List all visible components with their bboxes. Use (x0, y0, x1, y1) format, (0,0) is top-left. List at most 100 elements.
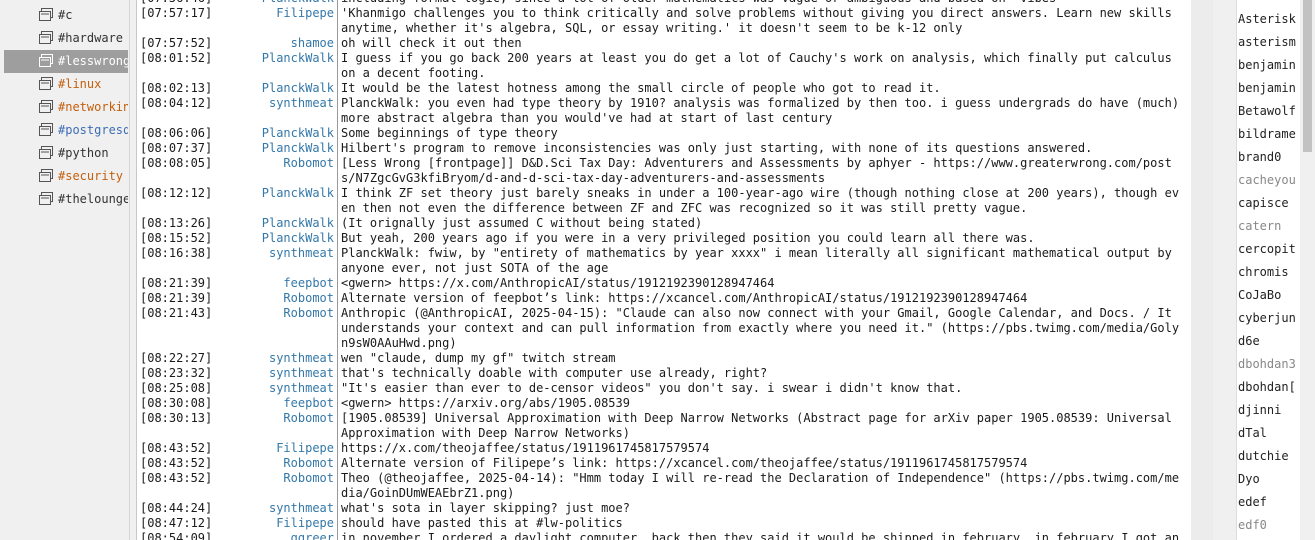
message-timestamp: [08:04:12] (140, 96, 213, 110)
message-nick[interactable]: Robomot (212, 456, 337, 471)
message-nick[interactable]: Robomot (212, 411, 337, 441)
channel-label: #thelounge (58, 192, 128, 206)
channel-item[interactable]: #linux (4, 73, 128, 96)
user-name: chromis (1238, 265, 1289, 279)
message-nick[interactable]: Robomot (212, 291, 337, 306)
channel-label: #linux (58, 77, 102, 91)
user-name: Asterisk (1238, 12, 1296, 26)
user-name: cercopit (1238, 242, 1296, 256)
message-timestamp: [08:23:32] (140, 366, 213, 380)
chat-window-icon (38, 7, 54, 23)
message-nick[interactable]: synthmeat (212, 381, 337, 396)
message-text: Alternate version of Filipepe’s link: ht… (337, 456, 1191, 471)
message-row: [08:43:52] Filipepe https://x.com/theojaff… (137, 441, 1191, 456)
message-timestamp: [07:57:52] (140, 36, 213, 50)
message-text: Anthropic (@AnthropicAI, 2025-04-15): "C… (337, 306, 1191, 351)
chat-scrollbar[interactable] (1191, 0, 1213, 540)
chat-window-icon (38, 145, 54, 161)
message-text: Some beginnings of type theory (337, 126, 1191, 141)
message-text: what's sota in layer skipping? just moe? (337, 501, 1191, 516)
message-text: should have pasted this at #lw-politics (337, 516, 1191, 531)
message-nick[interactable]: PlanckWalk (212, 141, 337, 156)
message-row: [08:04:12] synthmeat PlanckWalk: you even … (137, 96, 1191, 126)
message-timestamp: [08:22:27] (140, 351, 213, 365)
message-nick[interactable]: synthmeat (212, 96, 337, 126)
channel-item[interactable]: #postgresql (4, 119, 128, 142)
user-name: Betawolf (1238, 104, 1296, 118)
message-row: [08:54:09] ggreer in november I ordered a … (137, 531, 1191, 540)
message-timestamp: [07:57:17] (140, 6, 213, 20)
message-timestamp: [08:21:39] (140, 276, 213, 290)
message-nick[interactable]: Robomot (212, 156, 337, 186)
chat-window-icon (38, 76, 54, 92)
message-row: [08:15:52] PlanckWalk But yeah, 200 years … (137, 231, 1191, 246)
message-nick[interactable]: PlanckWalk (212, 231, 337, 246)
user-name: brand0 (1238, 150, 1282, 164)
message-nick[interactable]: PlanckWalk (212, 126, 337, 141)
message-row: [07:57:52] shamoe oh will check it out the… (137, 36, 1191, 51)
channel-label: #python (58, 146, 109, 160)
channel-item[interactable]: #hardware (4, 27, 128, 50)
message-nick[interactable]: PlanckWalk (212, 51, 337, 81)
message-timestamp: [08:25:08] (140, 381, 213, 395)
channel-label: #hardware (58, 31, 124, 45)
message-nick[interactable]: synthmeat (212, 246, 337, 276)
message-timestamp: [08:30:13] (140, 411, 213, 425)
message-row: [08:06:06] PlanckWalk Some beginnings of t… (137, 126, 1191, 141)
message-nick[interactable]: Filipepe (212, 441, 337, 456)
channel-label: #security (58, 169, 124, 183)
user-name: asterism (1238, 35, 1296, 49)
message-text: PlanckWalk: fwiw, by "entirety of mathem… (337, 246, 1191, 276)
user-list-scrollbar-thumb[interactable] (1303, 0, 1312, 152)
message-row: [08:22:27] synthmeat wen "claude, dump my … (137, 351, 1191, 366)
chat-window-icon (38, 122, 54, 138)
channel-item[interactable]: #python (4, 142, 128, 165)
message-row: [08:07:37] PlanckWalk Hilbert's program to… (137, 141, 1191, 156)
chat-window-icon (38, 191, 54, 207)
message-row: [08:21:39] Robomot Alternate version of fe… (137, 291, 1191, 306)
message-nick[interactable]: Robomot (212, 306, 337, 351)
message-nick[interactable]: Filipepe (212, 516, 337, 531)
message-nick[interactable]: synthmeat (212, 366, 337, 381)
channel-item[interactable]: #networking (4, 96, 128, 119)
message-nick[interactable]: shamoe (212, 36, 337, 51)
user-list-scrollbar[interactable] (1300, 0, 1315, 540)
user-name: CoJaBo (1238, 288, 1282, 302)
message-nick[interactable]: Filipepe (212, 6, 337, 36)
message-nick[interactable]: synthmeat (212, 351, 337, 366)
message-text: "It's easier than ever to de-censor vide… (337, 381, 1191, 396)
message-timestamp: [08:02:13] (140, 81, 213, 95)
user-name: djinni (1238, 403, 1282, 417)
message-nick[interactable]: ggreer (212, 531, 337, 540)
message-nick[interactable]: feepbot (212, 396, 337, 411)
message-nick[interactable]: PlanckWalk (212, 81, 337, 96)
message-timestamp: [08:21:43] (140, 306, 213, 320)
message-row: [08:43:52] Robomot Theo (@theojaffee, 2025… (137, 471, 1191, 501)
message-nick[interactable]: feepbot (212, 276, 337, 291)
user-name: cyberjun (1238, 311, 1296, 325)
message-text: Alternate version of feepbot’s link: htt… (337, 291, 1191, 306)
user-name: cacheyou (1238, 173, 1296, 187)
message-timestamp: [08:43:52] (140, 441, 213, 455)
channel-item[interactable]: #lesswrong (4, 50, 128, 73)
user-name: catern (1238, 219, 1282, 233)
message-nick[interactable]: Robomot (212, 471, 337, 501)
message-text: 'Khanmigo challenges you to think critic… (337, 6, 1191, 36)
channel-item[interactable]: #security (4, 165, 128, 188)
chat-window-icon (38, 30, 54, 46)
message-text: I guess if you go back 200 years at leas… (337, 51, 1191, 81)
channel-item[interactable]: #c (4, 4, 128, 27)
user-name: capisce (1238, 196, 1289, 210)
message-row: [08:12:12] PlanckWalk I think ZF set theor… (137, 186, 1191, 216)
message-nick[interactable]: PlanckWalk (212, 186, 337, 216)
channel-item[interactable]: #thelounge (4, 188, 128, 211)
message-timestamp: [08:13:26] (140, 216, 213, 230)
channel-label: #postgresql (58, 123, 128, 137)
message-nick[interactable]: synthmeat (212, 501, 337, 516)
message-text: But yeah, 200 years ago if you were in a… (337, 231, 1191, 246)
message-row: [08:16:38] synthmeat PlanckWalk: fwiw, by … (137, 246, 1191, 276)
message-nick[interactable]: PlanckWalk (212, 216, 337, 231)
message-timestamp: [08:43:52] (140, 456, 213, 470)
message-text: (It orignally just assumed C without bei… (337, 216, 1191, 231)
message-text: that's technically doable with computer … (337, 366, 1191, 381)
